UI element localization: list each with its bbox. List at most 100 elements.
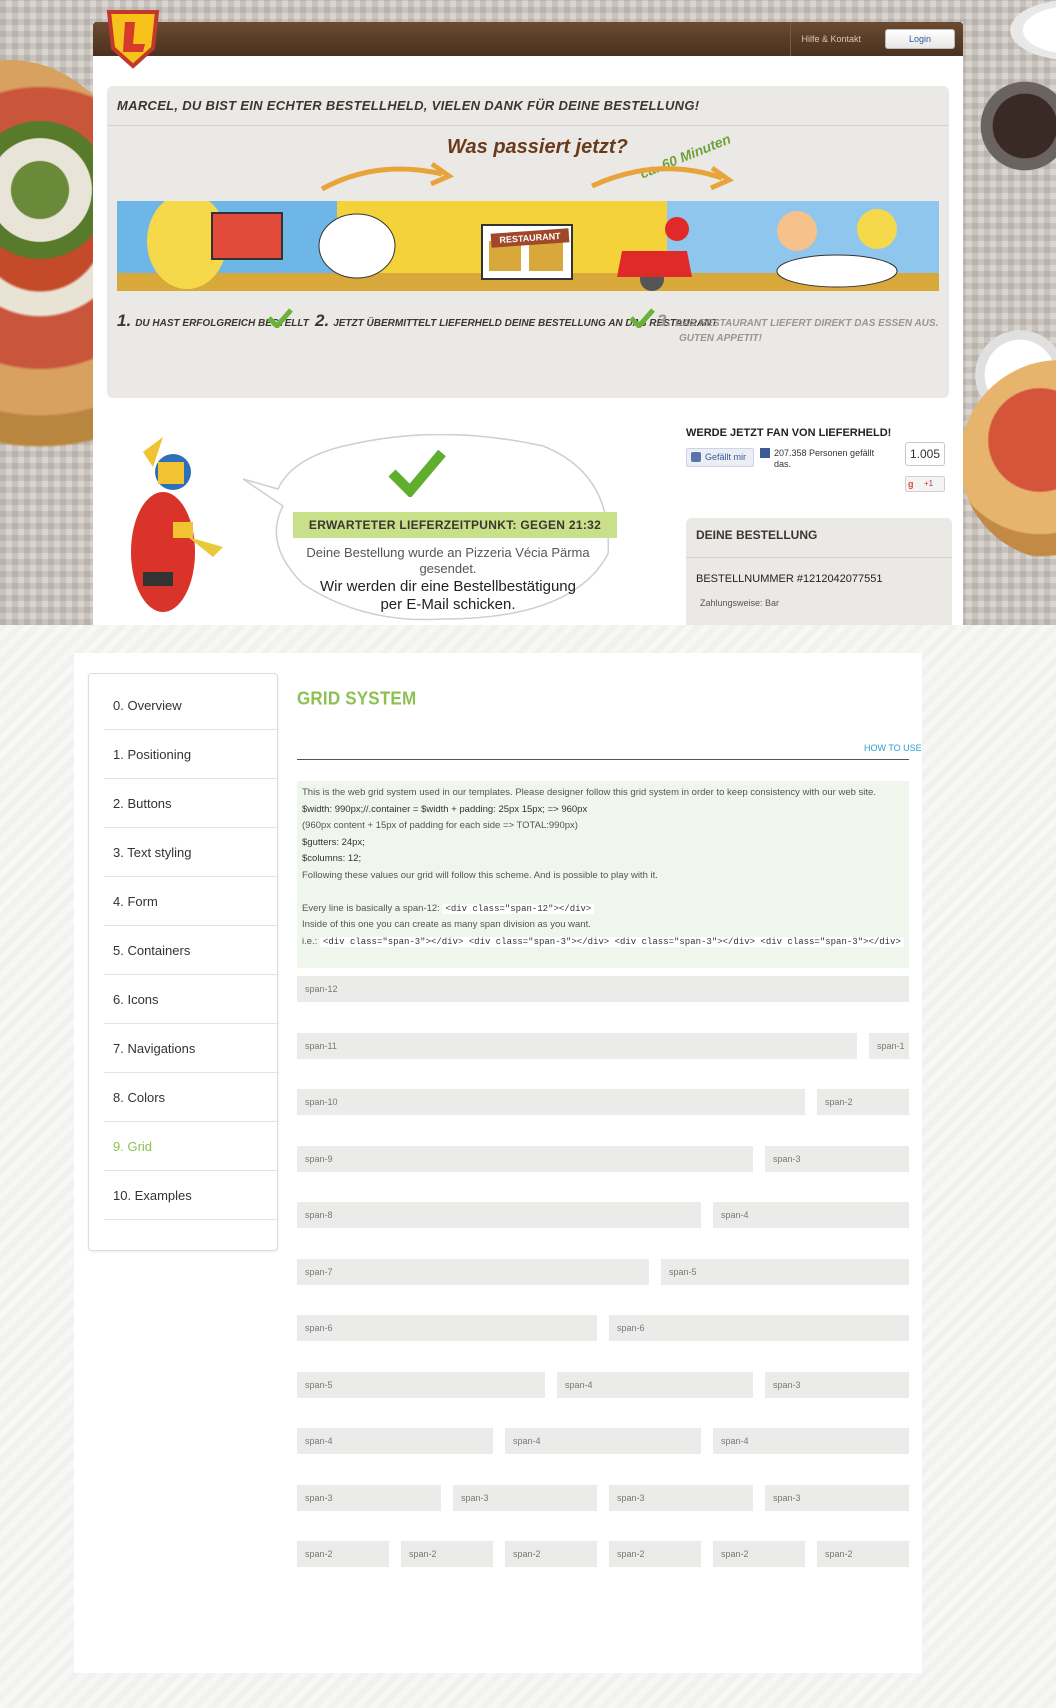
- order-confirmation-screenshot: Hilfe & Kontakt Login MARCEL, DU BIST EI…: [0, 0, 1056, 625]
- sidebar-nav-item[interactable]: 9. Grid: [104, 1122, 279, 1171]
- grid-span-cell: span-4: [505, 1428, 701, 1454]
- info-line: $gutters: 24px;: [302, 836, 365, 848]
- grid-span-cell: span-3: [297, 1484, 441, 1511]
- arrow-icon: [590, 165, 735, 191]
- grid-span-cell: span-4: [297, 1428, 493, 1454]
- google-plus-button[interactable]: g +1: [905, 476, 945, 492]
- grid-span-cell: span-11: [297, 1032, 857, 1059]
- login-button[interactable]: Login: [885, 29, 955, 49]
- grid-span-cell: span-4: [713, 1428, 909, 1454]
- grid-span-cell: span-7: [297, 1258, 649, 1285]
- grid-row: span-2 span-2 span-2 span-2 span-2 span-2: [297, 1541, 909, 1567]
- info-line: $width: 990px;//.container = $width + pa…: [302, 803, 588, 815]
- grid-row: span-4 span-4 span-4: [297, 1428, 909, 1454]
- grid-span-cell: span-3: [765, 1145, 909, 1172]
- info-line: Inside of this one you can create as man…: [302, 919, 591, 930]
- grid-span-cell: span-2: [817, 1089, 909, 1115]
- grid-span-cell: span-2: [609, 1541, 701, 1567]
- order-sent-line2: gesendet.: [419, 561, 477, 576]
- order-sent-line1: Deine Bestellung wurde an Pizzeria Vécia…: [306, 545, 590, 560]
- grid-span-cell: span-2: [817, 1541, 909, 1567]
- grid-span-cell: span-9: [297, 1145, 753, 1172]
- step-number: 1.: [117, 311, 132, 330]
- grid-span-cell: span-2: [297, 1541, 389, 1567]
- thanks-panel: MARCEL, DU BIST EIN ECHTER BESTELLHELD, …: [107, 86, 949, 398]
- like-button-label: Gefällt mir: [705, 452, 747, 462]
- sidebar-nav-item[interactable]: 3. Text styling: [104, 828, 279, 877]
- grid-row: span-8 span-4: [297, 1202, 909, 1228]
- grid-info-box: This is the web grid system used in our …: [297, 781, 909, 968]
- expected-delivery-time: ERWARTETER LIEFERZEITPUNKT: GEGEN 21:32: [293, 512, 617, 538]
- like-count: 1.005: [905, 442, 945, 466]
- grid-row: span-10 span-2: [297, 1089, 909, 1115]
- info-line: This is the web grid system used in our …: [302, 787, 876, 798]
- sidebar-nav-item[interactable]: 0. Overview: [104, 681, 279, 730]
- step-number: 2.: [315, 311, 330, 330]
- checkmark-icon: [388, 449, 446, 497]
- thanks-heading: MARCEL, DU BIST EIN ECHTER BESTELLHELD, …: [107, 86, 949, 126]
- sidebar-nav-item[interactable]: 5. Containers: [104, 926, 279, 975]
- grid-span-cell: span-10: [297, 1089, 805, 1115]
- grid-span-cell: span-4: [557, 1371, 753, 1398]
- facebook-like-button[interactable]: Gefällt mir: [686, 448, 754, 467]
- sidebar-nav-item[interactable]: 7. Navigations: [104, 1024, 279, 1073]
- title-divider: [297, 759, 909, 760]
- code-snippet: <div class="span-3"></div> <div class="s…: [319, 936, 904, 947]
- page-title: GRID SYSTEM: [297, 688, 417, 709]
- info-line: Every line is basically a span-12: <div …: [302, 901, 904, 918]
- grid-row: span-11 span-1: [297, 1032, 909, 1059]
- delivery-process-illustration: [117, 201, 939, 291]
- email-line2: per E-Mail schicken.: [380, 596, 516, 613]
- info-line: i.e.: <div class="span-3"></div> <div cl…: [302, 934, 904, 951]
- styleguide-container: 0. Overview 1. Positioning 2. Buttons 3. Te…: [74, 653, 922, 1673]
- facebook-like-text: 207.358 Personen gefällt das.: [774, 448, 875, 469]
- order-number: BESTELLNUMMER #1212042077551: [696, 573, 883, 585]
- facebook-icon: [760, 448, 770, 458]
- grid-span-cell: span-2: [401, 1541, 493, 1567]
- grid-span-cell: span-2: [505, 1541, 597, 1567]
- plate-image: [1010, 0, 1056, 60]
- lieferheld-logo-icon[interactable]: [105, 8, 161, 70]
- grid-span-cell: span-2: [713, 1541, 805, 1567]
- info-line: (960px content + 15px of padding for eac…: [302, 820, 578, 831]
- code-snippet: <div class="span-12"></div>: [442, 903, 595, 914]
- grid-row: span-3 span-3 span-3 span-3: [297, 1484, 909, 1511]
- sidebar-nav-item[interactable]: 2. Buttons: [104, 779, 279, 828]
- how-to-use-link[interactable]: HOW TO USE: [864, 743, 922, 753]
- checkmark-icon: [267, 308, 293, 328]
- email-confirmation-message: Wir werden dir eine Bestellbestätigung p…: [268, 578, 628, 614]
- google-plus-label: +1: [924, 479, 934, 488]
- sidebar-nav-item[interactable]: 6. Icons: [104, 975, 279, 1024]
- order-sent-message: Deine Bestellung wurde an Pizzeria Vécia…: [268, 545, 628, 577]
- step-3: 3. Das Restaurant liefert direkt das Esse…: [657, 311, 938, 331]
- thumbs-up-icon: [691, 452, 701, 462]
- grid-row: span-7 span-5: [297, 1258, 909, 1285]
- grid-row: span-6 span-6: [297, 1315, 909, 1341]
- grid-span-cell: span-3: [453, 1484, 597, 1511]
- sidebar-nav-item[interactable]: 8. Colors: [104, 1073, 279, 1122]
- styleguide-sidebar: 0. Overview 1. Positioning 2. Buttons 3. Te…: [88, 673, 279, 1251]
- sidebar-nav-item[interactable]: 10. Examples: [104, 1171, 279, 1220]
- step-number: 3.: [657, 311, 672, 330]
- grid-row: span-12: [297, 976, 909, 1002]
- checkmark-icon: [629, 308, 655, 328]
- grid-span-cell: span-6: [297, 1315, 597, 1341]
- order-summary-panel: DEINE BESTELLUNG BESTELLNUMMER #12120420…: [686, 518, 952, 625]
- grid-span-cell: span-3: [765, 1484, 909, 1511]
- styleguide-page: 0. Overview 1. Positioning 2. Buttons 3. Te…: [0, 625, 1056, 1708]
- step-text: Das Restaurant liefert direkt das Essen …: [675, 318, 939, 329]
- info-line: Following these values our grid will fol…: [302, 869, 658, 881]
- sidebar-nav-item[interactable]: 1. Positioning: [104, 730, 279, 779]
- sidebar-nav-item[interactable]: 4. Form: [104, 877, 279, 926]
- grid-row: span-5 span-4 span-3: [297, 1371, 909, 1398]
- email-line1: Wir werden dir eine Bestellbestätigung: [320, 578, 576, 595]
- step-3-line2: Guten Appetit!: [679, 333, 762, 344]
- site-header: Hilfe & Kontakt Login: [93, 10, 963, 69]
- help-contact-link[interactable]: Hilfe & Kontakt: [790, 22, 871, 56]
- superhero-mascot-image: [131, 437, 223, 612]
- grid-span-cell: span-8: [297, 1202, 701, 1228]
- grid-span-cell: span-4: [713, 1202, 909, 1228]
- pizza-image: [960, 360, 1056, 560]
- grid-span-cell: span-5: [661, 1258, 909, 1285]
- grid-span-cell: span-3: [609, 1484, 753, 1511]
